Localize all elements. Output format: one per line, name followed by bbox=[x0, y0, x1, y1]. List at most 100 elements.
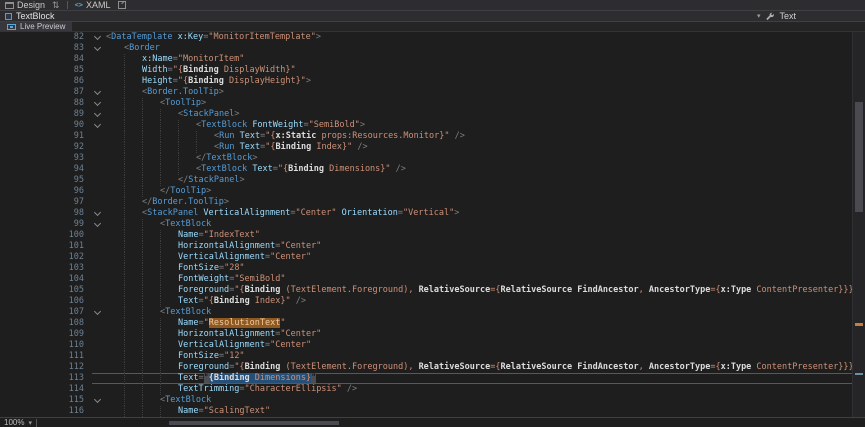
code-line[interactable]: 106Text="{Binding Index}" /> bbox=[0, 296, 852, 307]
code-lines[interactable]: 82<DataTemplate x:Key="MonitorItemTempla… bbox=[0, 32, 852, 417]
code-token: RelativeSource bbox=[500, 285, 572, 295]
code-line[interactable]: 96</ToolTip> bbox=[0, 186, 852, 197]
code-line[interactable]: 97</Border.ToolTip> bbox=[0, 197, 852, 208]
line-number: 104 bbox=[0, 274, 92, 285]
horizontal-scrollbar[interactable] bbox=[49, 420, 861, 426]
code-token: "{ bbox=[265, 131, 275, 141]
code-line[interactable]: 90<TextBlock FontWeight="SemiBold"> bbox=[0, 120, 852, 131]
code-line[interactable]: 115<TextBlock bbox=[0, 395, 852, 406]
fold-gutter bbox=[92, 329, 106, 340]
code-token: "IndexText" bbox=[204, 230, 260, 240]
fold-gutter[interactable] bbox=[92, 43, 106, 54]
fold-gutter[interactable] bbox=[92, 219, 106, 230]
code-line[interactable]: 104FontWeight="SemiBold" bbox=[0, 274, 852, 285]
xaml-icon: <> bbox=[75, 1, 83, 9]
code-line[interactable]: 102VerticalAlignment="Center" bbox=[0, 252, 852, 263]
code-line[interactable]: 116Name="ScalingText" bbox=[0, 406, 852, 417]
horizontal-scrollbar-thumb[interactable] bbox=[169, 421, 339, 425]
code-line[interactable]: 89<StackPanel> bbox=[0, 109, 852, 120]
popout-icon[interactable] bbox=[118, 1, 126, 9]
design-tab[interactable]: Design bbox=[5, 0, 45, 10]
code-line[interactable]: 113Text="{Binding Dimensions}" bbox=[0, 373, 852, 384]
code-line[interactable]: 105Foreground="{Binding (TextElement.For… bbox=[0, 285, 852, 296]
fold-gutter[interactable] bbox=[92, 395, 106, 406]
code-token: > bbox=[454, 208, 459, 218]
code-line[interactable]: 110VerticalAlignment="Center" bbox=[0, 340, 852, 351]
code-token: VerticalAlignment bbox=[203, 208, 290, 218]
chevron-down-icon[interactable] bbox=[94, 88, 101, 95]
code-line[interactable]: 109HorizontalAlignment="Center" bbox=[0, 329, 852, 340]
code-line[interactable]: 108Name="ResolutionText" bbox=[0, 318, 852, 329]
code-token: Run bbox=[219, 142, 239, 152]
swap-panes-icon[interactable]: ⇅ bbox=[52, 1, 60, 10]
zoom-chevron-icon[interactable]: ▾ bbox=[28, 419, 32, 427]
xaml-tab[interactable]: <> XAML bbox=[75, 0, 111, 10]
code-token: ToolTip bbox=[165, 98, 201, 108]
code-line[interactable]: 95</StackPanel> bbox=[0, 175, 852, 186]
fold-gutter[interactable] bbox=[92, 87, 106, 98]
code-line[interactable]: 84x:Name="MonitorItem" bbox=[0, 54, 852, 65]
code-line[interactable]: 107<TextBlock bbox=[0, 307, 852, 318]
chevron-down-icon[interactable]: ▾ bbox=[757, 12, 761, 20]
chevron-down-icon[interactable] bbox=[94, 396, 101, 403]
xaml-code-editor[interactable]: 82<DataTemplate x:Key="MonitorItemTempla… bbox=[0, 32, 865, 417]
chevron-down-icon[interactable] bbox=[94, 110, 101, 117]
code-token: x:Type bbox=[721, 362, 752, 372]
code-line[interactable]: 98<StackPanel VerticalAlignment="Center"… bbox=[0, 208, 852, 219]
code-line[interactable]: 101HorizontalAlignment="Center" bbox=[0, 241, 852, 252]
code-line[interactable]: 112Foreground="{Binding (TextElement.For… bbox=[0, 362, 852, 373]
fold-gutter[interactable] bbox=[92, 98, 106, 109]
fold-gutter bbox=[92, 274, 106, 285]
zoom-level[interactable]: 100% bbox=[4, 418, 24, 427]
line-number: 95 bbox=[0, 175, 92, 186]
chevron-down-icon[interactable] bbox=[94, 33, 101, 40]
code-line[interactable]: 87<Border.ToolTip> bbox=[0, 87, 852, 98]
line-number: 102 bbox=[0, 252, 92, 263]
code-line[interactable]: 92<Run Text="{Binding Index}" /> bbox=[0, 142, 852, 153]
code-token: ={ bbox=[710, 362, 720, 372]
breadcrumb-property-group[interactable]: ▾ Text bbox=[757, 11, 796, 21]
code-line[interactable]: 94<TextBlock Text="{Binding Dimensions}"… bbox=[0, 164, 852, 175]
code-line[interactable]: 99<TextBlock bbox=[0, 219, 852, 230]
code-line[interactable]: 111FontSize="12" bbox=[0, 351, 852, 362]
code-token: Dimensions}" bbox=[324, 164, 396, 174]
fold-gutter[interactable] bbox=[92, 120, 106, 131]
vertical-scrollbar[interactable] bbox=[852, 32, 865, 417]
chevron-down-icon[interactable] bbox=[94, 121, 101, 128]
code-line[interactable]: 93</TextBlock> bbox=[0, 153, 852, 164]
fold-gutter bbox=[92, 241, 106, 252]
fold-gutter[interactable] bbox=[92, 307, 106, 318]
code-token: "Center" bbox=[296, 208, 342, 218]
vertical-scrollbar-thumb[interactable] bbox=[855, 102, 863, 212]
fold-gutter[interactable] bbox=[92, 109, 106, 120]
chevron-down-icon[interactable] bbox=[94, 44, 101, 51]
code-line[interactable]: 91<Run Text="{x:Static props:Resources.M… bbox=[0, 131, 852, 142]
chevron-down-icon[interactable] bbox=[94, 209, 101, 216]
code-line[interactable]: 85Width="{Binding DisplayWidth}" bbox=[0, 65, 852, 76]
code-line[interactable]: 83<Border bbox=[0, 43, 852, 54]
chevron-down-icon[interactable] bbox=[94, 308, 101, 315]
code-line[interactable]: 103FontSize="28" bbox=[0, 263, 852, 274]
code-token: "28" bbox=[224, 263, 244, 273]
chevron-down-icon[interactable] bbox=[94, 99, 101, 106]
code-token: "Center" bbox=[270, 252, 311, 262]
code-line[interactable]: 82<DataTemplate x:Key="MonitorItemTempla… bbox=[0, 32, 852, 43]
code-line[interactable]: 86Height="{Binding DisplayHeight}"> bbox=[0, 76, 852, 87]
chevron-down-icon[interactable] bbox=[94, 220, 101, 227]
line-number: 89 bbox=[0, 109, 92, 120]
fold-gutter bbox=[92, 263, 106, 274]
line-number: 99 bbox=[0, 219, 92, 230]
fold-gutter[interactable] bbox=[92, 32, 106, 43]
code-token: "12" bbox=[224, 351, 244, 361]
live-preview-toggle[interactable]: Live Preview bbox=[0, 22, 72, 31]
code-token: Binding bbox=[214, 296, 250, 306]
code-line[interactable]: 100Name="IndexText" bbox=[0, 230, 852, 241]
code-token: TextBlock bbox=[206, 153, 252, 163]
line-number: 94 bbox=[0, 164, 92, 175]
code-token: x:Key bbox=[178, 32, 204, 42]
code-token: </ bbox=[196, 153, 206, 163]
code-line[interactable]: 88<ToolTip> bbox=[0, 98, 852, 109]
fold-gutter[interactable] bbox=[92, 208, 106, 219]
breadcrumb[interactable]: TextBlock bbox=[5, 11, 55, 21]
code-line[interactable]: 114TextTrimming="CharacterEllipsis" /> bbox=[0, 384, 852, 395]
